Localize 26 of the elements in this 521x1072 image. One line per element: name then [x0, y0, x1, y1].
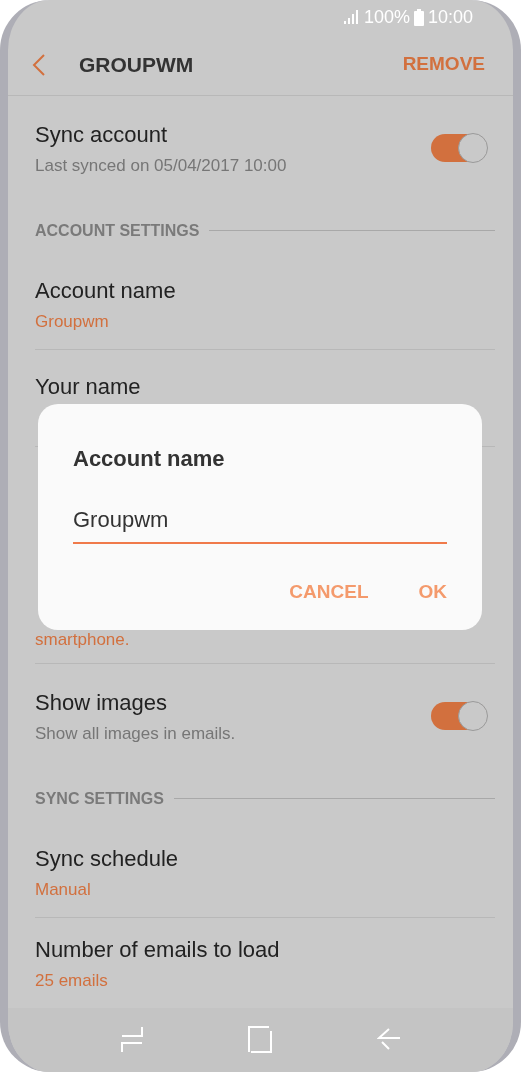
setting-value: Show all images in emails.: [35, 722, 237, 745]
battery-icon: [413, 8, 424, 26]
page-title: GROUPWM: [79, 51, 195, 78]
setting-title: Account name: [35, 277, 177, 306]
setting-value: Manual: [35, 879, 92, 902]
dialog-title: Account name: [73, 445, 226, 473]
home-icon[interactable]: [247, 1026, 274, 1054]
dialog-button[interactable]: OK: [418, 578, 447, 607]
section-header: ACCOUNT SETTINGS: [35, 220, 200, 241]
recent-apps-icon[interactable]: [119, 1026, 144, 1054]
setting-value: 25 emails: [35, 969, 109, 992]
setting-title: Your name: [35, 372, 142, 401]
signal-icon: [343, 10, 360, 25]
section-header: SYNC SETTINGS: [35, 788, 164, 809]
input-field[interactable]: Groupwm: [73, 503, 447, 544]
toggle-switch[interactable]: [431, 133, 487, 162]
setting-title: Sync schedule: [35, 845, 180, 874]
toggle-switch[interactable]: [431, 701, 487, 730]
setting-value: Groupwm: [35, 311, 110, 334]
setting-title: Sync account: [35, 120, 169, 149]
setting-value: smartphone.: [35, 629, 131, 652]
setting-value: Last synced on 05/04/2017 10:00: [35, 154, 288, 177]
dialog-button[interactable]: CANCEL: [289, 578, 369, 607]
setting-title: Number of emails to load: [35, 935, 281, 964]
setting-title: Show images: [35, 688, 169, 717]
remove-button[interactable]: REMOVE: [402, 50, 485, 79]
